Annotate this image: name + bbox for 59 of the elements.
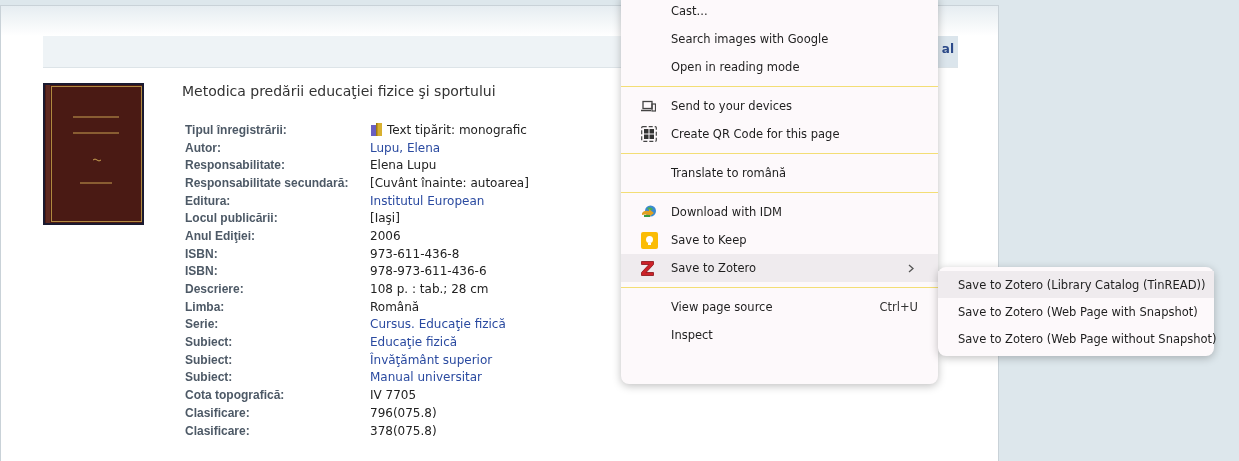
qr-code-icon <box>641 126 657 142</box>
books-icon <box>370 122 384 138</box>
field-link[interactable]: Educaţie fizică <box>370 335 458 350</box>
submenu-item[interactable]: Save to Zotero (Library Catalog (TinREAD)) <box>938 271 1214 298</box>
field-label: Descriere: <box>185 282 245 297</box>
zotero-z-icon <box>641 260 654 276</box>
shortcut-text: Ctrl+U <box>879 300 918 314</box>
field-label: Clasificare: <box>185 423 251 438</box>
field-label: Responsabilitate: <box>185 158 287 173</box>
field-value: 973-611-436-8 <box>370 246 460 261</box>
field-link[interactable]: Învăţământ superior <box>370 352 493 367</box>
field-label: Tipul înregistrării: <box>185 122 288 137</box>
field-value: 108 p. : tab.; 28 cm <box>370 282 489 297</box>
field-label: Cota topografică: <box>185 388 286 403</box>
field-link[interactable]: Manual universitar <box>370 370 482 385</box>
field-link[interactable]: Cursus. Educaţie fizică <box>370 317 506 332</box>
field-label: Responsabilitate secundară: <box>185 175 350 190</box>
field-value: IV 7705 <box>370 388 417 403</box>
field-value: 2006 <box>370 228 401 243</box>
field-value: Română <box>370 299 420 314</box>
field-label: Locul publicării: <box>185 211 279 226</box>
field-value: 978-973-611-436-6 <box>370 264 487 279</box>
field-value: [Iaşi] <box>370 211 400 226</box>
menu-item[interactable]: Inspect <box>621 321 938 349</box>
submenu-item[interactable]: Save to Zotero (Web Page with Snapshot) <box>938 298 1214 325</box>
field-value: 378(075.8) <box>370 423 437 438</box>
field-value: 796(075.8) <box>370 405 437 420</box>
field-value: Text tipărit: monografic <box>387 122 527 137</box>
lightbulb-icon <box>641 231 658 249</box>
field-label: Subiect: <box>185 370 234 385</box>
field-label: Subiect: <box>185 335 234 350</box>
menu-item[interactable]: View page source Ctrl+U <box>621 293 938 321</box>
field-label: ISBN: <box>185 264 219 279</box>
menu-item[interactable]: Save to Keep <box>621 226 938 254</box>
field-link[interactable]: Lupu, Elena <box>370 140 441 155</box>
field-label: Serie: <box>185 317 220 332</box>
field-value: Elena Lupu <box>370 158 437 173</box>
field-label: Autor: <box>185 140 222 155</box>
field-label: Limba: <box>185 299 226 314</box>
book-cover-icon <box>43 83 144 225</box>
menu-item[interactable]: Cast... <box>621 0 938 25</box>
field-label: Clasificare: <box>185 405 251 420</box>
menu-item[interactable]: Translate to română <box>621 159 938 187</box>
menu-item[interactable]: Open in reading mode <box>621 53 938 81</box>
globe-arrow-icon <box>641 204 658 220</box>
field-link[interactable]: Institutul European <box>370 193 485 208</box>
menu-item[interactable]: Send to your devices <box>621 92 938 120</box>
field-label: Anul Ediţiei: <box>185 228 256 243</box>
record-title: Metodica predării educaţiei fizice şi sportului <box>182 83 497 99</box>
menu-item[interactable]: Search images with Google <box>621 25 938 53</box>
field-value: [Cuvânt înainte: autoarea] <box>370 175 529 190</box>
menu-item[interactable]: Create QR Code for this page <box>621 120 938 148</box>
submenu-item[interactable]: Save to Zotero (Web Page without Snapshot) <box>938 325 1214 352</box>
menu-item[interactable]: Save to Zotero <box>621 254 938 282</box>
menu-item[interactable]: Download with IDM <box>621 198 938 226</box>
field-label: Subiect: <box>185 352 234 367</box>
field-label: Editura: <box>185 193 232 208</box>
field-label: ISBN: <box>185 246 219 261</box>
laptop-icon <box>641 100 656 112</box>
